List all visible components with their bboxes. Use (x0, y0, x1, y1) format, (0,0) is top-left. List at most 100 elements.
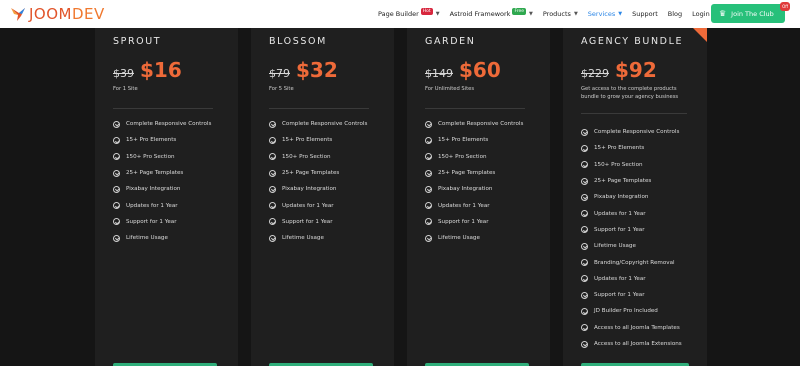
feature-item: Support for 1 Year (581, 222, 682, 238)
feature-label: Updates for 1 Year (594, 275, 646, 282)
nav-astroid-framework[interactable]: Astroid Framework Free ▼ (450, 7, 533, 18)
nav-support[interactable]: Support (632, 10, 658, 18)
feature-item: JD Builder Pro Included (581, 303, 682, 319)
feature-label: Lifetime Usage (594, 243, 636, 250)
check-circle-icon (113, 185, 120, 193)
feature-item: 15+ Pro Elements (425, 132, 523, 148)
feature-label: Support for 1 Year (282, 218, 333, 225)
join-the-club-button[interactable]: ♛ Join The Club Off (711, 2, 790, 23)
check-circle-icon (581, 177, 588, 185)
feature-label: Lifetime Usage (438, 235, 480, 242)
check-circle-icon (113, 218, 120, 226)
free-badge: Free (512, 7, 526, 15)
plan-price: $149 $60 (425, 58, 501, 82)
feature-item: Updates for 1 Year (269, 197, 367, 213)
feature-label: Pixabay Integration (438, 186, 493, 193)
plan-price: $229 $92 (581, 58, 657, 82)
feature-item: 150+ Pro Section (425, 149, 523, 165)
chevron-down-icon: ▼ (618, 11, 623, 17)
nav-blog[interactable]: Blog (668, 10, 682, 18)
feature-label: Updates for 1 Year (594, 210, 646, 217)
check-circle-icon (581, 144, 588, 152)
feature-list: Complete Responsive Controls 15+ Pro Elem… (113, 116, 211, 246)
hot-badge: Hot (420, 7, 433, 15)
feature-label: 150+ Pro Section (594, 161, 643, 168)
nav-login[interactable]: Login (692, 10, 710, 18)
feature-item: Support for 1 Year (269, 214, 367, 230)
check-circle-icon (269, 202, 276, 210)
feature-label: 25+ Page Templates (282, 170, 340, 177)
plan-name: GARDEN (425, 36, 476, 47)
check-circle-icon (581, 210, 588, 218)
feature-item: 25+ Page Templates (425, 165, 523, 181)
feature-item: Support for 1 Year (581, 287, 682, 303)
feature-item: Support for 1 Year (425, 214, 523, 230)
feature-label: 15+ Pro Elements (282, 137, 333, 144)
check-circle-icon (113, 153, 120, 161)
check-circle-icon (581, 275, 588, 283)
plan-name: SPROUT (113, 36, 162, 47)
feature-item: Lifetime Usage (113, 230, 211, 246)
chevron-down-icon: ▼ (573, 11, 578, 17)
feature-label: Branding/Copyright Removal (594, 259, 675, 266)
divider (113, 108, 213, 109)
feature-item: Pixabay Integration (113, 181, 211, 197)
feature-label: 25+ Page Templates (438, 170, 496, 177)
check-circle-icon (425, 185, 432, 193)
feature-label: Complete Responsive Controls (438, 121, 524, 128)
feature-item: 150+ Pro Section (269, 149, 367, 165)
logo[interactable]: JOOMDEV (9, 5, 105, 23)
new-price: $92 (615, 58, 657, 82)
check-circle-icon (425, 218, 432, 226)
feature-item: Updates for 1 Year (425, 197, 523, 213)
feature-item: Complete Responsive Controls (113, 116, 211, 132)
divider (425, 108, 525, 109)
check-circle-icon (269, 234, 276, 242)
ribbon-corner (693, 28, 707, 42)
feature-item: 25+ Page Templates (269, 165, 367, 181)
plan-card-garden: GARDEN $149 $60 For Unlimited Sites Comp… (407, 28, 550, 366)
feature-item: 15+ Pro Elements (113, 132, 211, 148)
feature-label: Updates for 1 Year (438, 202, 490, 209)
divider (581, 113, 687, 114)
new-price: $60 (459, 58, 501, 82)
feature-item: Access to all Joomla Templates (581, 320, 682, 336)
check-circle-icon (581, 259, 588, 267)
check-circle-icon (425, 169, 432, 177)
feature-item: 25+ Page Templates (113, 165, 211, 181)
feature-label: Pixabay Integration (126, 186, 181, 193)
nav-services[interactable]: Services ▼ (588, 10, 622, 18)
feature-item: Pixabay Integration (425, 181, 523, 197)
old-price: $39 (113, 67, 134, 80)
offer-badge: Off (780, 2, 790, 11)
check-circle-icon (581, 128, 588, 136)
plan-card-sprout: SPROUT $39 $16 For 1 Site Complete Respo… (95, 28, 238, 366)
check-circle-icon (581, 193, 588, 201)
check-circle-icon (581, 226, 588, 234)
feature-label: JD Builder Pro Included (594, 308, 658, 315)
feature-label: 15+ Pro Elements (126, 137, 177, 144)
feature-label: Complete Responsive Controls (594, 129, 680, 136)
feature-label: Updates for 1 Year (282, 202, 334, 209)
check-circle-icon (113, 169, 120, 177)
feature-label: Pixabay Integration (282, 186, 337, 193)
feature-item: Lifetime Usage (269, 230, 367, 246)
nav-page-builder[interactable]: Page Builder Hot ▼ (378, 7, 440, 18)
check-circle-icon (269, 218, 276, 226)
plan-description: For 1 Site (113, 86, 138, 92)
nav-products[interactable]: Products ▼ (543, 10, 578, 18)
check-circle-icon (425, 153, 432, 161)
plan-name: BLOSSOM (269, 36, 327, 47)
check-circle-icon (581, 340, 588, 348)
check-circle-icon (425, 234, 432, 242)
plan-price: $79 $32 (269, 58, 338, 82)
feature-label: Support for 1 Year (594, 226, 645, 233)
feature-label: 25+ Page Templates (126, 170, 184, 177)
site-header: JOOMDEV Page Builder Hot ▼ Astroid Frame… (0, 0, 800, 28)
check-circle-icon (581, 161, 588, 169)
plan-card-blossom: BLOSSOM $79 $32 For 5 Site Complete Resp… (251, 28, 394, 366)
check-circle-icon (581, 307, 588, 315)
crown-icon: ♛ (719, 9, 727, 18)
old-price: $149 (425, 67, 453, 80)
feature-label: Lifetime Usage (282, 235, 324, 242)
